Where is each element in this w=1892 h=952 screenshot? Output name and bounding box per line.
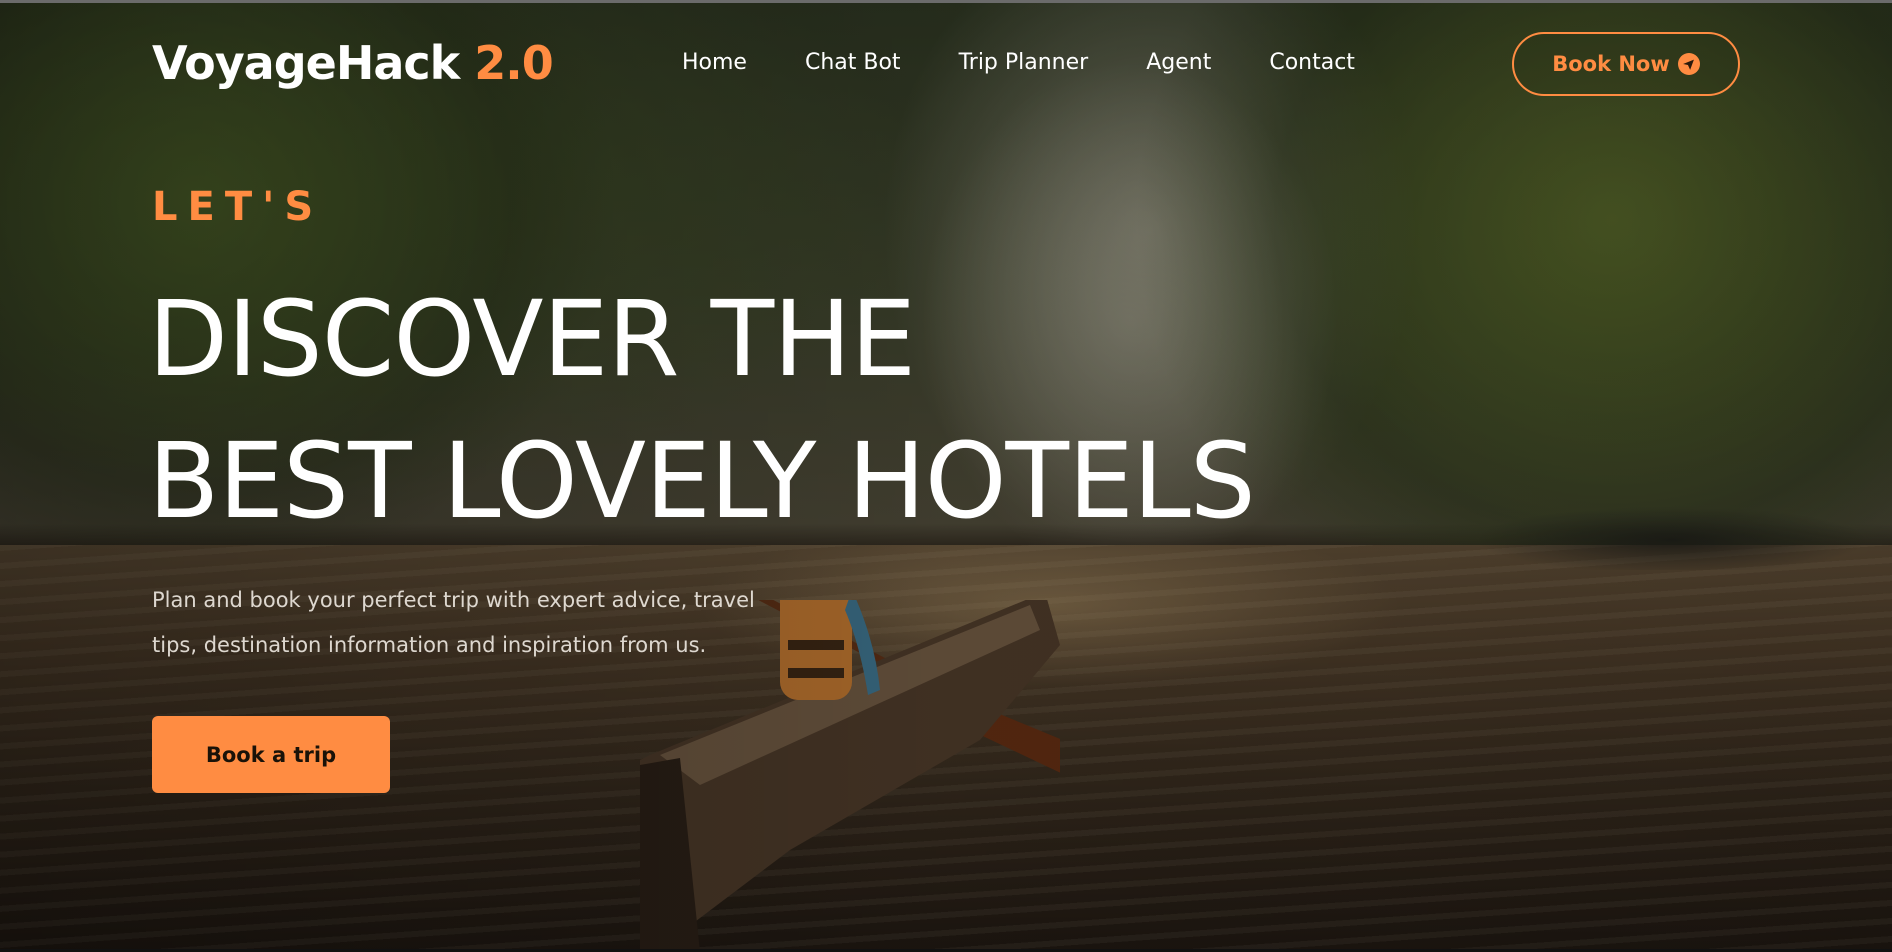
nav-link-agent[interactable]: Agent [1146,50,1211,75]
hero-eyebrow: LET'S [152,184,324,230]
hero-subtitle: Plan and book your perfect trip with exp… [152,588,755,657]
main-menu: Home Chat Bot Trip Planner Agent Contact [682,50,1355,75]
hero-headline: DISCOVER THE BEST LOVELY HOTELS [148,268,1256,552]
logo-version: 2.0 [474,36,553,90]
nav-link-trip-planner[interactable]: Trip Planner [959,50,1089,75]
site-logo[interactable]: VoyageHack 2.0 [152,36,554,90]
send-icon [1677,53,1700,75]
headline-line-2: BEST LOVELY HOTELS [148,420,1256,542]
nav-link-contact[interactable]: Contact [1269,50,1355,75]
logo-text: VoyageHack [152,36,460,90]
top-navbar: VoyageHack 2.0 Home Chat Bot Trip Planne… [0,0,1892,130]
book-now-button[interactable]: Book Now [1512,32,1740,96]
nav-link-chat-bot[interactable]: Chat Bot [805,50,901,75]
hero-section: VoyageHack 2.0 Home Chat Bot Trip Planne… [0,0,1892,952]
headline-line-1: DISCOVER THE [148,278,916,400]
nav-link-home[interactable]: Home [682,50,747,75]
book-a-trip-button[interactable]: Book a trip [152,716,390,793]
book-now-label: Book Now [1552,52,1670,76]
